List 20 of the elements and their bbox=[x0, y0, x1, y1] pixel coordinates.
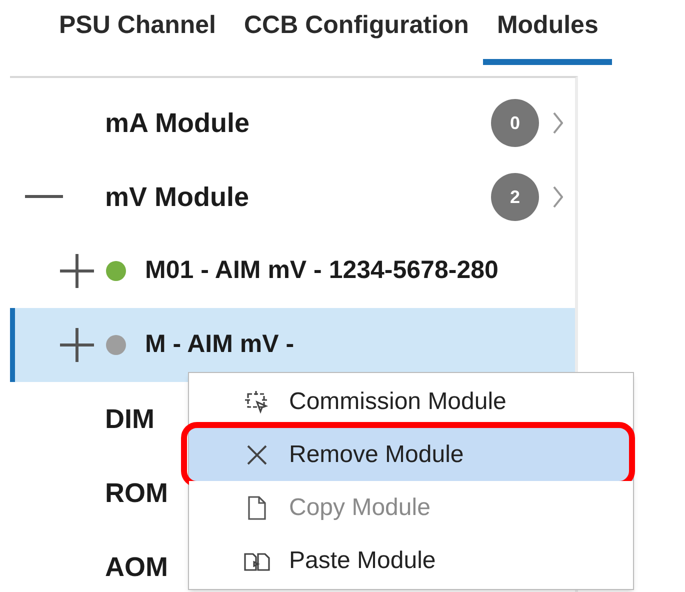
tree-row[interactable]: M01 - AIM mV - 1234-5678-280 bbox=[10, 234, 575, 308]
menu-item[interactable]: Paste Module bbox=[189, 534, 633, 587]
tab[interactable]: Modules bbox=[482, 0, 612, 65]
collapse-icon[interactable] bbox=[25, 195, 63, 199]
tree-item-label: M01 - AIM mV - 1234-5678-280 bbox=[144, 255, 498, 286]
count-badge: 2 bbox=[491, 173, 539, 221]
expand-icon[interactable] bbox=[60, 254, 94, 288]
chevron-right-icon[interactable] bbox=[553, 186, 563, 208]
tree-item-label: mV Module bbox=[105, 180, 250, 214]
tree-row[interactable]: M - AIM mV - bbox=[10, 308, 575, 382]
tab[interactable]: CCB Configuration bbox=[230, 0, 483, 65]
menu-item[interactable]: Remove Module bbox=[189, 428, 633, 481]
tree-item-label: M - AIM mV - bbox=[144, 329, 294, 360]
chevron-right-icon[interactable] bbox=[553, 112, 563, 134]
tree-row[interactable]: mV Module 2 bbox=[10, 160, 575, 234]
expand-icon[interactable] bbox=[60, 328, 94, 362]
tab[interactable]: PSU Channel bbox=[45, 0, 230, 65]
tree-item-label: mA Module bbox=[105, 106, 250, 140]
count-badge: 0 bbox=[491, 99, 539, 147]
tree-row[interactable]: mA Module 0 bbox=[10, 86, 575, 160]
